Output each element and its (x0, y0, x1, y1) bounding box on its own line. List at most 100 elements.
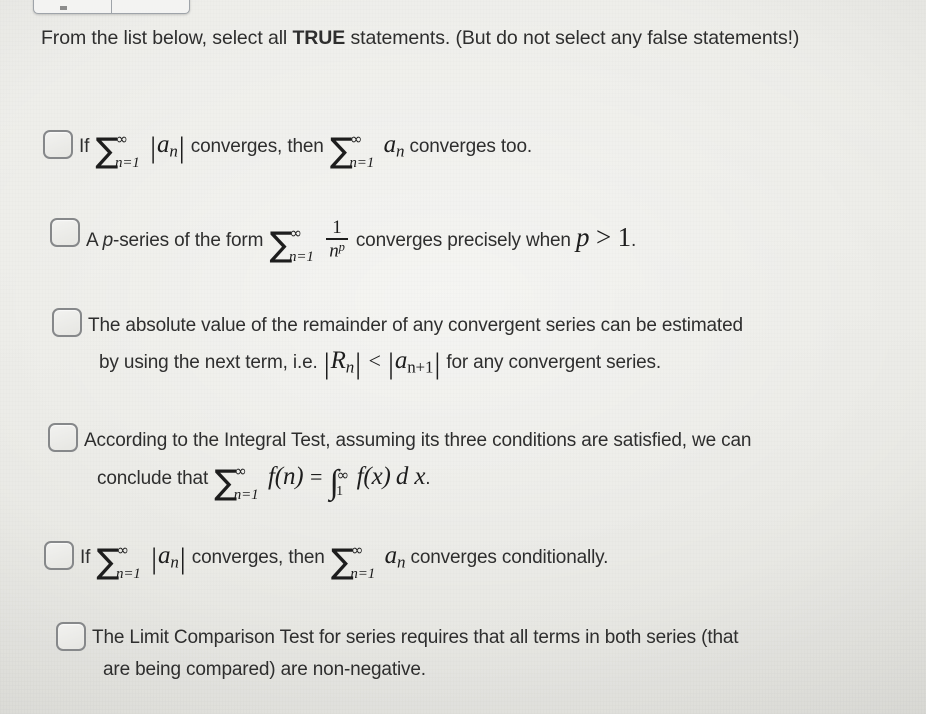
option-1-text: If ∑ ∞ n=1 |an| converges, then ∑ ∞ n=1 an con… (79, 130, 853, 172)
option-2-text: A p-series of the form ∑ ∞ n=1 1 np converge… (86, 217, 870, 266)
option-6-text: The Limit Comparison Test for series req… (92, 622, 916, 686)
abs-bar-open-a: | (387, 347, 394, 381)
option-2-period: . (631, 229, 637, 251)
option-3-line1: The absolute value of the remainder of a… (88, 315, 743, 336)
option-4-line1: According to the Integral Test, assuming… (84, 430, 752, 451)
option-2-mid: converges precisely when (355, 229, 571, 251)
option-6-line1: The Limit Comparison Test for series req… (92, 627, 739, 648)
checkbox-option-5[interactable] (44, 541, 74, 570)
option-2-math-gt: > (595, 221, 612, 252)
option-row-3[interactable]: The absolute value of the remainder of a… (52, 308, 914, 384)
option-5-if: If (80, 547, 91, 568)
option-1-sum-1-upper: ∞ (115, 130, 128, 149)
option-3-line2-lead: by using the next term, i.e. (99, 352, 318, 373)
option-4-dx: d x (395, 463, 426, 490)
option-row-5[interactable]: If ∑ ∞ n=1 |an| converges, then ∑ ∞ n=1 an con… (44, 541, 864, 583)
checkbox-option-2[interactable] (50, 218, 80, 247)
option-1-a-n-2: an (383, 131, 405, 161)
option-1-sum-1-lower: n=1 (114, 154, 140, 171)
prompt-text-part1: From the list below, select all (41, 27, 293, 49)
option-1-if: If (79, 136, 90, 157)
option-3-a: a (394, 347, 408, 374)
option-4-sum-upper: ∞ (234, 462, 247, 481)
checkbox-option-1[interactable] (43, 130, 73, 159)
option-1-sum-2-upper: ∞ (349, 130, 363, 149)
option-row-2[interactable]: A p-series of the form ∑ ∞ n=1 1 np converge… (50, 217, 870, 266)
checkbox-option-4[interactable] (48, 423, 78, 452)
option-2-fraction: 1 np (326, 217, 348, 261)
option-2-frac-denominator: np (326, 239, 347, 261)
option-2-sum: ∑ ∞ n=1 (269, 224, 314, 266)
option-4-int-lower: 1 (336, 483, 343, 499)
option-5-sum-1-upper: ∞ (116, 541, 129, 560)
option-1-a-2: a (383, 131, 397, 158)
abs-bar-open-R: | (323, 347, 330, 381)
option-5-a-n-2: an (384, 542, 406, 572)
option-1-sum-2: ∑ ∞ n=1 (329, 130, 375, 172)
option-3-R-sub: n (345, 357, 355, 377)
option-row-1[interactable]: If ∑ ∞ n=1 |an| converges, then ∑ ∞ n=1 an con… (43, 130, 853, 172)
option-3-line2-tail: for any convergent series. (446, 352, 662, 373)
prompt-emphasis-true: TRUE (292, 27, 346, 49)
option-4-line2-lead: conclude that (97, 468, 209, 489)
abs-bar-open-1: | (150, 131, 157, 165)
option-2-lead: A (86, 229, 103, 251)
option-2-series-of-form: -series of the form (113, 229, 264, 251)
question-prompt: From the list below, select all TRUE sta… (41, 22, 871, 55)
option-3-a-sub: n+1 (407, 357, 434, 377)
option-2-inequality: p > 1 (576, 222, 631, 252)
option-4-integral: ∫ ∞ 1 (329, 463, 350, 501)
option-3-R-n: Rn (330, 347, 355, 377)
option-5-tail: converges conditionally. (410, 547, 609, 568)
abs-bar-close-1: | (178, 131, 185, 165)
abs-bar-open-5: | (151, 542, 158, 576)
option-5-a-sub-1: n (170, 552, 179, 572)
option-row-6[interactable]: The Limit Comparison Test for series req… (56, 622, 916, 686)
option-1-sum-1: ∑ ∞ n=1 (95, 130, 140, 172)
option-3-R: R (330, 347, 346, 374)
checkbox-option-3[interactable] (52, 308, 82, 337)
option-5-sum-2-upper: ∞ (350, 541, 364, 560)
option-4-int-upper: ∞ (336, 466, 350, 485)
option-3-a-n1: an+1 (394, 347, 434, 377)
option-2-math-p: p (575, 221, 590, 252)
option-5-a-n-1: an (158, 542, 179, 572)
option-2-frac-den-base: n (329, 239, 339, 261)
option-1-a-1: a (157, 131, 170, 158)
abs-bar-close-5: | (179, 542, 186, 576)
option-1-sum-2-lower: n=1 (349, 154, 375, 171)
option-5-sum-1: ∑ ∞ n=1 (96, 541, 141, 583)
option-5-sum-1-lower: n=1 (115, 565, 141, 582)
option-5-a-2: a (384, 542, 398, 569)
checkbox-option-6[interactable] (56, 622, 86, 651)
option-3-less-than: < (367, 348, 382, 373)
option-1-converges-then: converges, then (190, 136, 324, 157)
option-2-frac-den-exponent: p (338, 239, 345, 254)
option-4-f-of-n: f(n) (267, 463, 304, 490)
option-1-a-n-1: an (157, 131, 178, 161)
option-4-sum: ∑ ∞ n=1 (214, 462, 259, 504)
option-5-converges-then: converges, then (191, 547, 325, 568)
option-5-text: If ∑ ∞ n=1 |an| converges, then ∑ ∞ n=1 an con… (80, 541, 864, 583)
abs-bar-close-R: | (355, 347, 361, 381)
option-2-p-italic: p (102, 229, 114, 251)
prompt-text-part2: statements. (But do not select any false… (345, 27, 800, 49)
option-5-a-1: a (158, 542, 171, 569)
option-1-tail: converges too. (409, 136, 533, 157)
option-2-sum-lower: n=1 (289, 248, 314, 265)
option-2-frac-numerator: 1 (332, 217, 342, 238)
option-3-text: The absolute value of the remainder of a… (88, 308, 914, 384)
option-6-line2: are being compared) are non-negative. (103, 659, 426, 680)
option-2-math-one: 1 (617, 221, 632, 252)
option-1-a-sub-1: n (169, 141, 178, 161)
option-5-sum-2: ∑ ∞ n=1 (330, 541, 376, 583)
option-row-4[interactable]: According to the Integral Test, assuming… (48, 423, 918, 504)
option-5-a-sub-2: n (396, 552, 406, 572)
option-4-sum-lower: n=1 (233, 486, 259, 503)
option-4-text: According to the Integral Test, assuming… (84, 423, 918, 504)
option-1-a-sub-2: n (395, 141, 405, 161)
option-5-sum-2-lower: n=1 (350, 565, 376, 582)
option-4-equals: = (308, 464, 324, 489)
option-4-period: . (425, 468, 431, 489)
quiz-question-body: From the list below, select all TRUE sta… (0, 0, 926, 714)
